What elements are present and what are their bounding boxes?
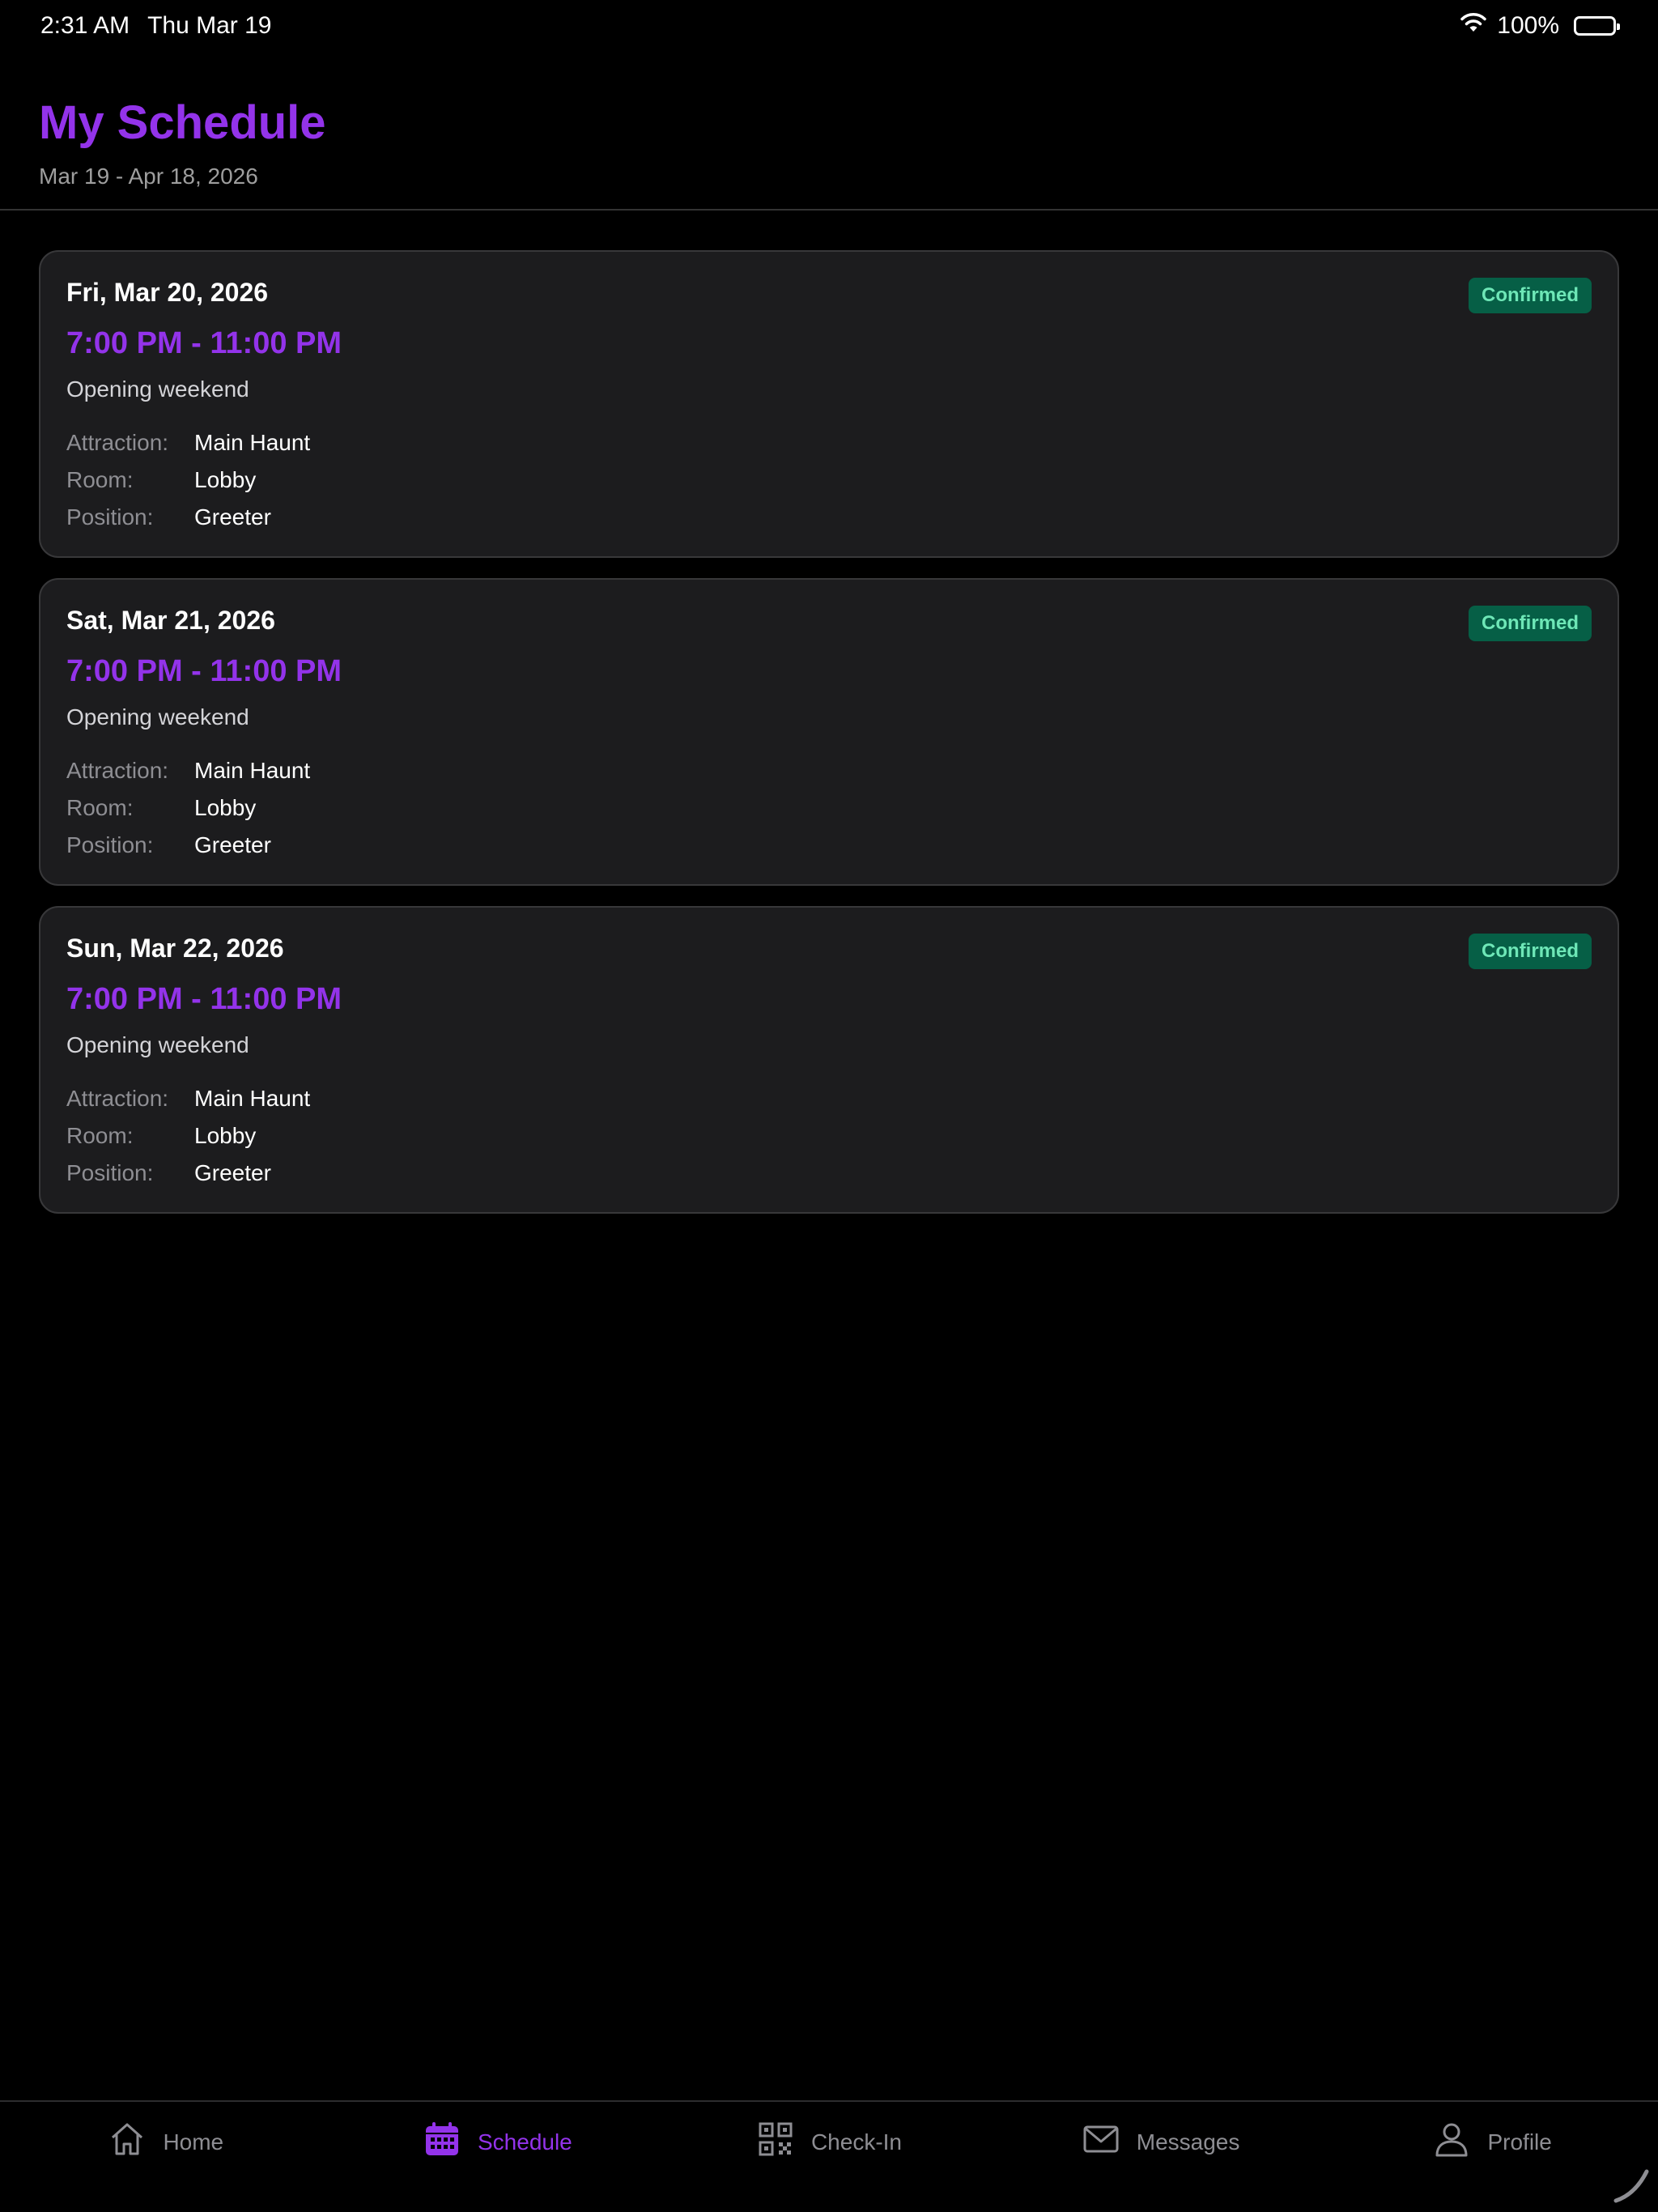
- room-value: Lobby: [194, 1123, 257, 1148]
- status-badge: Confirmed: [1469, 278, 1592, 313]
- tab-label: Schedule: [478, 2129, 572, 2155]
- shift-note: Opening weekend: [66, 376, 249, 402]
- shift-details: Attraction: Main Haunt Room: Lobby Posit…: [66, 432, 1592, 529]
- position-label: Position:: [66, 1160, 154, 1185]
- shift-card[interactable]: Sat, Mar 21, 2026 7:00 PM - 11:00 PM Ope…: [39, 578, 1619, 886]
- position-value: Greeter: [194, 832, 271, 857]
- status-badge: Confirmed: [1469, 934, 1592, 969]
- shift-card[interactable]: Fri, Mar 20, 2026 7:00 PM - 11:00 PM Ope…: [39, 250, 1619, 558]
- position-value: Greeter: [194, 504, 271, 530]
- shift-date: Sat, Mar 21, 2026: [66, 606, 275, 635]
- attraction-label: Attraction:: [66, 430, 169, 455]
- page-title: My Schedule: [39, 96, 326, 149]
- position-label: Position:: [66, 832, 154, 857]
- home-icon: [108, 2120, 147, 2164]
- status-right: 100%: [1460, 12, 1620, 40]
- tab-label: Home: [163, 2129, 224, 2155]
- tab-label: Profile: [1487, 2129, 1552, 2155]
- room-value: Lobby: [194, 795, 257, 820]
- qr-code-icon: [756, 2120, 795, 2164]
- status-date: Thu Mar 19: [147, 12, 272, 39]
- position-label: Position:: [66, 504, 154, 530]
- tab-home[interactable]: Home: [12, 2120, 320, 2164]
- person-icon: [1432, 2120, 1471, 2164]
- room-label: Room:: [66, 467, 134, 492]
- attraction-label: Attraction:: [66, 758, 169, 783]
- date-range: Mar 19 - Apr 18, 2026: [39, 163, 258, 189]
- shift-note: Opening weekend: [66, 704, 249, 730]
- shift-list: Fri, Mar 20, 2026 7:00 PM - 11:00 PM Ope…: [39, 250, 1619, 1214]
- shift-details: Attraction: Main Haunt Room: Lobby Posit…: [66, 1087, 1592, 1185]
- tab-bar: Home Schedule Check-In Messages Profile: [0, 2100, 1658, 2212]
- attraction-label: Attraction:: [66, 1086, 169, 1111]
- tab-schedule[interactable]: Schedule: [343, 2120, 651, 2164]
- shift-date: Fri, Mar 20, 2026: [66, 278, 269, 307]
- position-value: Greeter: [194, 1160, 271, 1185]
- shift-time: 7:00 PM - 11:00 PM: [66, 326, 342, 360]
- status-badge: Confirmed: [1469, 606, 1592, 641]
- battery-percentage: 100%: [1497, 12, 1559, 39]
- attraction-value: Main Haunt: [194, 430, 311, 455]
- room-label: Room:: [66, 795, 134, 820]
- tab-label: Messages: [1136, 2129, 1240, 2155]
- app-screen: 2:31 AM Thu Mar 19 100% My Schedule Mar …: [0, 0, 1658, 2212]
- corner-gesture-indicator: [1613, 2169, 1649, 2203]
- tab-check-in[interactable]: Check-In: [675, 2120, 983, 2164]
- attraction-value: Main Haunt: [194, 1086, 311, 1111]
- shift-card[interactable]: Sun, Mar 22, 2026 7:00 PM - 11:00 PM Ope…: [39, 906, 1619, 1214]
- tab-profile[interactable]: Profile: [1338, 2120, 1646, 2164]
- shift-time: 7:00 PM - 11:00 PM: [66, 654, 342, 688]
- mail-icon: [1082, 2120, 1120, 2164]
- wifi-icon: [1460, 12, 1487, 40]
- tab-label: Check-In: [810, 2129, 902, 2155]
- shift-date: Sun, Mar 22, 2026: [66, 934, 284, 963]
- page-header: My Schedule Mar 19 - Apr 18, 2026: [0, 52, 1658, 211]
- status-time: 2:31 AM: [40, 12, 130, 39]
- status-bar: 2:31 AM Thu Mar 19 100%: [0, 0, 1658, 52]
- shift-details: Attraction: Main Haunt Room: Lobby Posit…: [66, 759, 1592, 857]
- status-left: 2:31 AM Thu Mar 19: [40, 12, 271, 40]
- shift-note: Opening weekend: [66, 1032, 249, 1057]
- calendar-icon: [423, 2120, 461, 2164]
- tab-messages[interactable]: Messages: [1007, 2120, 1315, 2164]
- room-value: Lobby: [194, 467, 257, 492]
- battery-icon: [1574, 16, 1620, 36]
- shift-time: 7:00 PM - 11:00 PM: [66, 982, 342, 1016]
- attraction-value: Main Haunt: [194, 758, 311, 783]
- room-label: Room:: [66, 1123, 134, 1148]
